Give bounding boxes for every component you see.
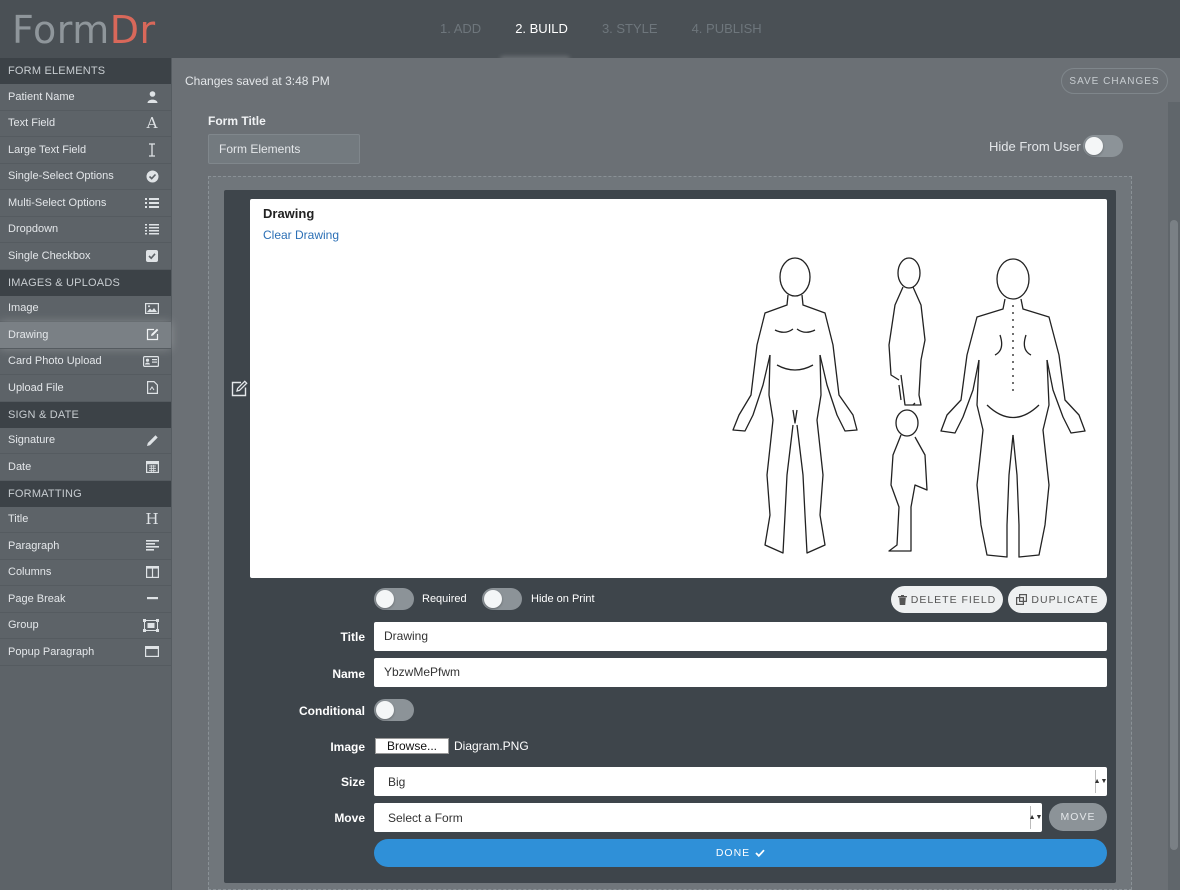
delete-field-button[interactable]: DELETE FIELD [891,586,1003,613]
edit-icon[interactable] [230,380,248,398]
drawing-field-title: Drawing [263,206,315,221]
user-icon [145,90,159,104]
sidebar-item-date[interactable]: Date [0,454,171,481]
section-sign-date: SIGN & DATE [0,401,171,428]
sidebar-item-card-photo[interactable]: Card Photo Upload [0,349,171,375]
conditional-label: Conditional [299,704,365,718]
elements-sidebar: FORM ELEMENTS Patient Name Text Field A L… [0,58,172,890]
sidebar-item-drawing[interactable]: Drawing [0,322,171,349]
section-formatting: FORMATTING [0,480,171,507]
sidebar-item-patient-name[interactable]: Patient Name [0,84,171,111]
sidebar-item-title[interactable]: Title H [0,507,171,533]
heading-icon: H [145,510,159,529]
save-status: Changes saved at 3:48 PM [185,74,330,88]
sidebar-item-paragraph[interactable]: Paragraph [0,533,171,560]
step-style[interactable]: 3. STYLE [602,21,658,36]
sidebar-item-group[interactable]: Group [0,613,171,639]
minus-icon [145,592,159,606]
file-icon [145,381,159,395]
status-bar: Changes saved at 3:48 PM SAVE CHANGES [172,58,1180,102]
size-label: Size [340,775,365,789]
columns-icon [145,565,159,579]
id-card-icon [143,354,159,368]
hide-from-user-toggle[interactable] [1083,135,1123,157]
form-title-input[interactable]: Form Elements [208,134,360,164]
required-toggle[interactable] [374,588,414,610]
required-label: Required [422,593,467,605]
form-title-label: Form Title [208,114,266,128]
check-square-icon [145,249,159,263]
section-images-uploads: IMAGES & UPLOADS [0,269,171,296]
clear-drawing-link[interactable]: Clear Drawing [263,228,339,242]
conditional-toggle[interactable] [374,699,414,721]
step-publish[interactable]: 4. PUBLISH [692,21,762,36]
sidebar-item-dropdown[interactable]: Dropdown [0,217,171,243]
section-form-elements: FORM ELEMENTS [0,58,171,84]
done-button[interactable]: DONE [374,839,1107,867]
duplicate-button[interactable]: DUPLICATE [1008,586,1107,613]
sidebar-item-popup-paragraph[interactable]: Popup Paragraph [0,639,171,666]
body-diagram-image [732,257,1086,558]
dropdown-arrow-icon: ▲▼ [1094,770,1107,793]
move-button[interactable]: MOVE [1049,803,1107,831]
calendar-icon [145,460,159,474]
size-select[interactable]: Big ▲▼ [374,767,1107,796]
copy-icon [1016,594,1028,605]
edit-icon [145,328,159,342]
name-input[interactable]: YbzwMePfwm [374,658,1107,687]
sidebar-item-columns[interactable]: Columns [0,560,171,586]
list-alt-icon [145,222,159,236]
image-label: Image [330,740,365,754]
checkmark-icon [755,849,765,857]
pencil-icon [145,433,159,447]
step-add[interactable]: 1. ADD [440,21,481,36]
font-icon: A [146,114,158,133]
hide-on-print-label: Hide on Print [531,593,595,605]
sidebar-item-page-break[interactable]: Page Break [0,586,171,613]
wizard-steps: 1. ADD 2. BUILD 3. STYLE 4. PUBLISH [440,21,762,36]
hide-on-print-toggle[interactable] [482,588,522,610]
move-form-select[interactable]: Select a Form ▲▼ [374,803,1042,832]
sidebar-item-single-select[interactable]: Single-Select Options [0,164,171,190]
group-icon [143,618,159,632]
sidebar-item-multi-select[interactable]: Multi-Select Options [0,190,171,217]
sidebar-item-upload-file[interactable]: Upload File [0,375,171,402]
name-label: Name [332,667,365,681]
picture-icon [145,301,159,315]
sidebar-item-text-field[interactable]: Text Field A [0,111,171,137]
title-input[interactable]: Drawing [374,622,1107,651]
list-icon [145,196,159,210]
title-label: Title [340,630,365,644]
sidebar-item-image[interactable]: Image [0,296,171,322]
logo: FormDr [12,8,156,52]
scrollbar-thumb[interactable] [1170,220,1178,850]
sidebar-item-signature[interactable]: Signature [0,428,171,454]
sidebar-item-single-checkbox[interactable]: Single Checkbox [0,243,171,270]
dropdown-arrow-icon: ▲▼ [1029,806,1042,829]
top-bar: FormDr 1. ADD 2. BUILD 3. STYLE 4. PUBLI… [0,0,1180,62]
sidebar-item-large-text-field[interactable]: Large Text Field [0,137,171,164]
text-cursor-icon [145,143,159,157]
check-circle-icon [145,169,159,183]
align-left-icon [145,539,159,553]
move-label: Move [334,811,365,825]
hide-from-user-label: Hide From User [989,139,1081,154]
window-icon [145,645,159,659]
step-build[interactable]: 2. BUILD [515,21,568,36]
trash-icon [897,594,907,605]
browse-button[interactable]: Browse... [375,738,449,754]
save-changes-button[interactable]: SAVE CHANGES [1061,68,1168,94]
image-filename: Diagram.PNG [454,739,529,753]
